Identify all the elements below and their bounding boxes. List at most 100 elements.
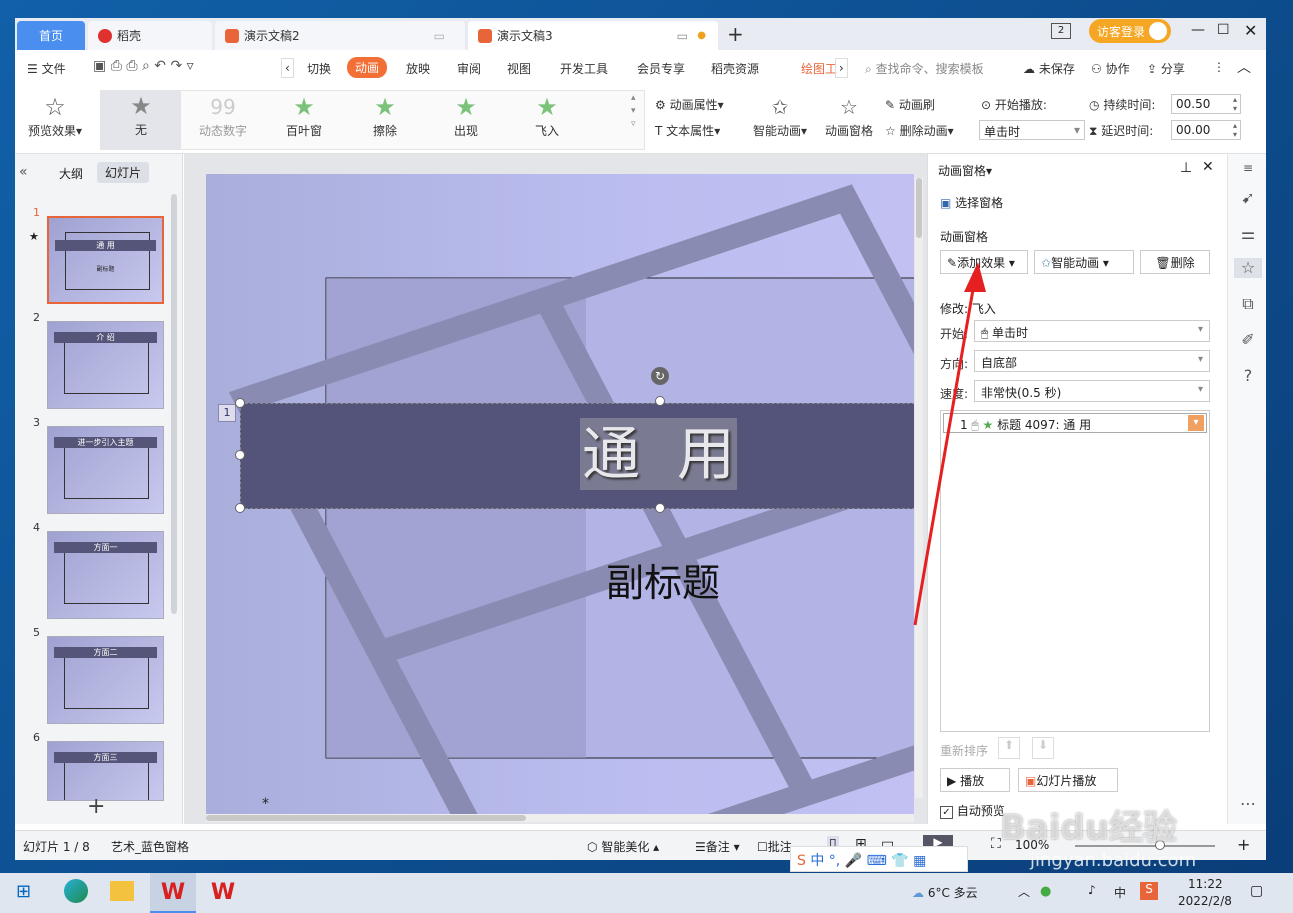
help-icon[interactable]: ?: [1238, 366, 1258, 386]
animation-brush[interactable]: ✎ 动画刷: [885, 96, 935, 113]
slideshow-button[interactable]: ▣幻灯片播放: [1018, 768, 1118, 792]
explorer-icon[interactable]: [110, 881, 134, 901]
preview-effect-button[interactable]: ☆ 预览效果▾: [15, 92, 95, 150]
effect-wipe[interactable]: ★ 擦除: [345, 92, 425, 150]
dropdown-icon[interactable]: ▿: [187, 58, 194, 74]
animation-pane-button[interactable]: ☆ 动画窗格: [817, 92, 881, 150]
add-effect-button[interactable]: ✎添加效果 ▾: [940, 250, 1028, 274]
play-button[interactable]: ▶ 播放: [940, 768, 1010, 792]
animation-properties[interactable]: ⚙ 动画属性▾: [655, 96, 724, 113]
ime-indicator[interactable]: 中: [1114, 884, 1126, 901]
resize-handle[interactable]: [235, 450, 245, 460]
start-select[interactable]: 🖱 单击时: [974, 320, 1210, 342]
resize-handle[interactable]: [655, 396, 665, 406]
pane-close-icon[interactable]: ✕: [1202, 159, 1214, 175]
undo-icon[interactable]: ↶: [154, 58, 166, 74]
theme-name[interactable]: 艺术_蓝色窗格: [111, 838, 189, 855]
slide-thumb-6[interactable]: 方面三: [47, 741, 164, 801]
animation-list-item[interactable]: 1 🖱 ★ 标题 4097: 通 用 ▾: [943, 413, 1207, 433]
menu-scroll-left-icon[interactable]: ‹: [281, 58, 294, 78]
tab-slides[interactable]: 幻灯片: [97, 162, 150, 183]
tab-daoke[interactable]: 稻壳: [88, 21, 212, 50]
effect-dynamic-number[interactable]: 99 动态数字: [183, 92, 263, 150]
sliders-icon[interactable]: ⚌: [1238, 224, 1258, 244]
file-menu[interactable]: ☰ 文件: [27, 60, 66, 77]
export-icon[interactable]: ⎙: [111, 58, 122, 74]
sogou-tray-icon[interactable]: S: [1140, 882, 1158, 900]
effect-blinds[interactable]: ★ 百叶窗: [264, 92, 344, 150]
menu-slideshow[interactable]: 放映: [406, 60, 430, 77]
effect-none[interactable]: ★ 无: [101, 91, 181, 149]
slide-thumb-1[interactable]: 通 用副标题: [47, 216, 164, 304]
select-pane-link[interactable]: ▣ 选择窗格: [940, 194, 1003, 211]
menu-animation[interactable]: 动画: [347, 57, 388, 78]
notes-button[interactable]: ☰备注 ▾: [695, 838, 740, 855]
gallery-scroll[interactable]: ▴ ▾ ▿: [631, 92, 636, 131]
item-dropdown-icon[interactable]: ▾: [1188, 415, 1204, 431]
move-up-icon[interactable]: ⬆: [998, 737, 1020, 759]
tab-presentation-3[interactable]: 演示文稿3 ▭ ●: [468, 21, 718, 50]
move-down-icon[interactable]: ⬇: [1032, 737, 1054, 759]
menu-transition[interactable]: 切换: [307, 60, 331, 77]
delete-animation[interactable]: ☆ 删除动画▾: [885, 122, 954, 139]
close-icon[interactable]: ✕: [1244, 21, 1257, 40]
slide-thumb-5[interactable]: 方面二: [47, 636, 164, 724]
print-icon[interactable]: ⎙: [126, 58, 137, 74]
tab-outline[interactable]: 大纲: [59, 165, 83, 182]
menu-view[interactable]: 视图: [507, 60, 531, 77]
weather-widget[interactable]: ☁ 6°C 多云: [912, 884, 978, 901]
zoom-in-icon[interactable]: +: [1237, 835, 1250, 854]
menu-lines-icon[interactable]: ≡: [1238, 158, 1258, 178]
collapse-ribbon-icon[interactable]: ︿: [1237, 57, 1251, 77]
slide-switch-icon[interactable]: ⧉: [1238, 294, 1258, 314]
canvas-vscrollbar[interactable]: [915, 178, 923, 798]
delete-button[interactable]: 🗑删除: [1140, 250, 1210, 274]
wps-taskbar-icon[interactable]: W: [150, 873, 196, 913]
new-tab-plus-icon[interactable]: +: [727, 22, 744, 46]
ime-toolbar[interactable]: S 中 °, 🎤 ⌨ 👕 ▦: [790, 846, 968, 872]
window-count-badge[interactable]: 2: [1051, 23, 1071, 39]
wps-taskbar-icon-2[interactable]: W: [200, 873, 246, 913]
direction-select[interactable]: 自底部: [974, 350, 1210, 372]
start-icon[interactable]: ⊞: [16, 881, 31, 902]
slide-thumb-3[interactable]: 进一步引入主题: [47, 426, 164, 514]
rotate-handle-icon[interactable]: ↻: [651, 367, 669, 385]
collapse-panel-icon[interactable]: «: [19, 164, 28, 180]
speed-select[interactable]: 非常快(0.5 秒): [974, 380, 1210, 402]
more-icon[interactable]: ⋮: [1213, 60, 1225, 74]
menu-drawing-tools[interactable]: 绘图工: [801, 60, 837, 77]
guest-login-button[interactable]: 访客登录: [1089, 19, 1171, 43]
smart-animation-button[interactable]: ✩ 智能动画▾: [745, 92, 815, 150]
clock-date[interactable]: 2022/2/8: [1178, 894, 1232, 908]
pin-icon[interactable]: ⊥: [1180, 160, 1192, 176]
effect-fly-in[interactable]: ★ 飞入: [507, 92, 587, 150]
menu-scroll-right-icon[interactable]: ›: [835, 58, 848, 78]
share-button[interactable]: ⇪ 分享: [1147, 60, 1185, 77]
canvas-hscrollbar[interactable]: [206, 814, 914, 822]
start-play-select[interactable]: 单击时 ▾: [979, 120, 1085, 140]
text-properties[interactable]: T 文本属性▾: [655, 122, 720, 139]
speaker-icon[interactable]: ♪: [1088, 883, 1096, 897]
resize-handle[interactable]: [235, 503, 245, 513]
slide-title[interactable]: 通 用: [580, 418, 737, 490]
edge-icon[interactable]: [64, 879, 88, 903]
clock-time[interactable]: 11:22: [1188, 877, 1223, 891]
animation-order-badge[interactable]: 1: [218, 404, 236, 422]
redo-icon[interactable]: ↷: [170, 58, 182, 74]
tab-home[interactable]: 首页: [17, 21, 85, 50]
auto-preview-checkbox[interactable]: ✓ 自动预览: [940, 802, 1005, 819]
current-slide[interactable]: 1 通 用 ↻ 副标题 *: [206, 174, 914, 814]
delay-input[interactable]: 00.00 ▴ ▾: [1171, 120, 1241, 140]
save-icon[interactable]: ▣: [93, 58, 106, 74]
pane-header[interactable]: 动画窗格▾: [938, 162, 992, 179]
menu-daoke-resources[interactable]: 稻壳资源: [711, 60, 759, 77]
resize-handle[interactable]: [235, 398, 245, 408]
menu-developer[interactable]: 开发工具: [560, 60, 608, 77]
slide-subtitle[interactable]: 副标题: [606, 552, 720, 607]
slide-thumb-2[interactable]: 介 绍: [47, 321, 164, 409]
command-search[interactable]: ⌕ 查找命令、搜索模板: [865, 60, 984, 77]
title-bar-shape[interactable]: [240, 403, 914, 509]
minimize-icon[interactable]: —: [1191, 22, 1205, 38]
menu-review[interactable]: 审阅: [457, 60, 481, 77]
collaborate-button[interactable]: ⚇ 协作: [1091, 60, 1130, 77]
